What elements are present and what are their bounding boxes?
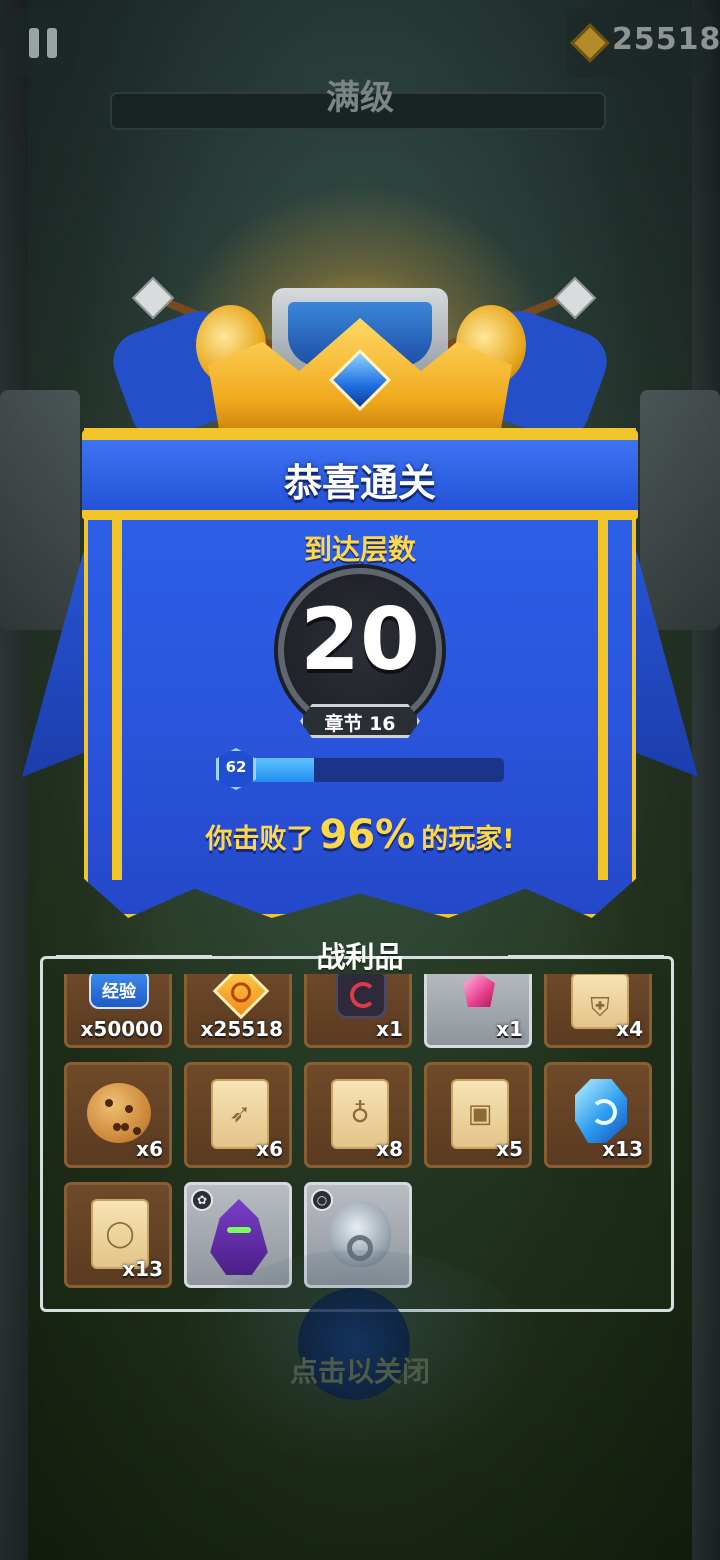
- item-count: x1: [376, 1017, 403, 1041]
- loot-item-book-scroll[interactable]: ▣ x5: [424, 1062, 532, 1168]
- loot-item-armor-scroll[interactable]: ⛨ x4: [544, 974, 652, 1048]
- item-count: x6: [256, 1137, 283, 1161]
- tap-to-close-hint[interactable]: 点击以关闭: [0, 1350, 720, 1390]
- level-status-text: 满级: [326, 78, 394, 118]
- exp-label: 经验: [102, 982, 136, 1002]
- coin-icon: [570, 23, 610, 63]
- loot-item-necklace-scroll[interactable]: ♁ x8: [304, 1062, 412, 1168]
- loot-item-bow-scroll[interactable]: ➶ x6: [184, 1062, 292, 1168]
- result-title: 恭喜通关: [283, 461, 436, 505]
- cookie-icon: [87, 1083, 151, 1143]
- currency-amount: 25518: [612, 22, 720, 57]
- defeat-suffix: 的玩家!: [421, 824, 515, 855]
- item-count: x25518: [200, 1017, 283, 1041]
- item-count: x6: [136, 1137, 163, 1161]
- item-count: x4: [616, 1017, 643, 1041]
- gold-coin-icon: [212, 974, 270, 1020]
- item-count: x50000: [80, 1017, 163, 1041]
- loot-item-cookie[interactable]: x6: [64, 1062, 172, 1168]
- pet-eyes: [227, 1227, 251, 1233]
- paw-icon: ✿: [191, 1189, 213, 1211]
- loot-item-exp[interactable]: 经验 x50000: [64, 974, 172, 1048]
- pet-icon: [210, 1199, 268, 1275]
- loot-item-blue-gem[interactable]: x13: [544, 1062, 652, 1168]
- blue-gem-icon: [575, 1079, 627, 1143]
- currency-display: 25518: [566, 8, 720, 78]
- loot-item-pink-gem[interactable]: x1: [424, 974, 532, 1048]
- pause-icon-bar-left: [29, 28, 39, 58]
- item-count: x13: [602, 1137, 643, 1161]
- player-level: 62: [225, 758, 247, 776]
- loot-item-ring-scroll[interactable]: ◯ x13: [64, 1182, 172, 1288]
- pause-button[interactable]: [8, 8, 78, 78]
- pause-icon-bar-right: [47, 28, 57, 58]
- floors-label: 到达层数: [303, 533, 416, 566]
- loot-grid[interactable]: 经验 x50000 x25518 x1 x1 ⛨ x4 x6 ➶ x6 ♁ x8…: [64, 974, 664, 1294]
- xp-progress-bar: [236, 758, 504, 782]
- floor-number: 20: [300, 590, 420, 690]
- defeat-stat: 你击败了 96% 的玩家!: [0, 812, 720, 858]
- defeat-prefix: 你击败了: [205, 824, 314, 855]
- item-count: x1: [496, 1017, 523, 1041]
- loot-item-gold[interactable]: x25518: [184, 974, 292, 1048]
- item-count: x5: [496, 1137, 523, 1161]
- loot-item-rune[interactable]: x1: [304, 974, 412, 1048]
- pink-gem-icon: [463, 974, 495, 1007]
- item-count: x13: [122, 1257, 163, 1281]
- chapter-label: 章节 16: [324, 713, 396, 735]
- rune-icon: [335, 974, 387, 1019]
- loot-title: 战利品: [316, 940, 404, 974]
- item-count: x8: [376, 1137, 403, 1161]
- ring-type-icon: ○: [311, 1189, 333, 1211]
- defeat-percent: 96%: [319, 812, 416, 858]
